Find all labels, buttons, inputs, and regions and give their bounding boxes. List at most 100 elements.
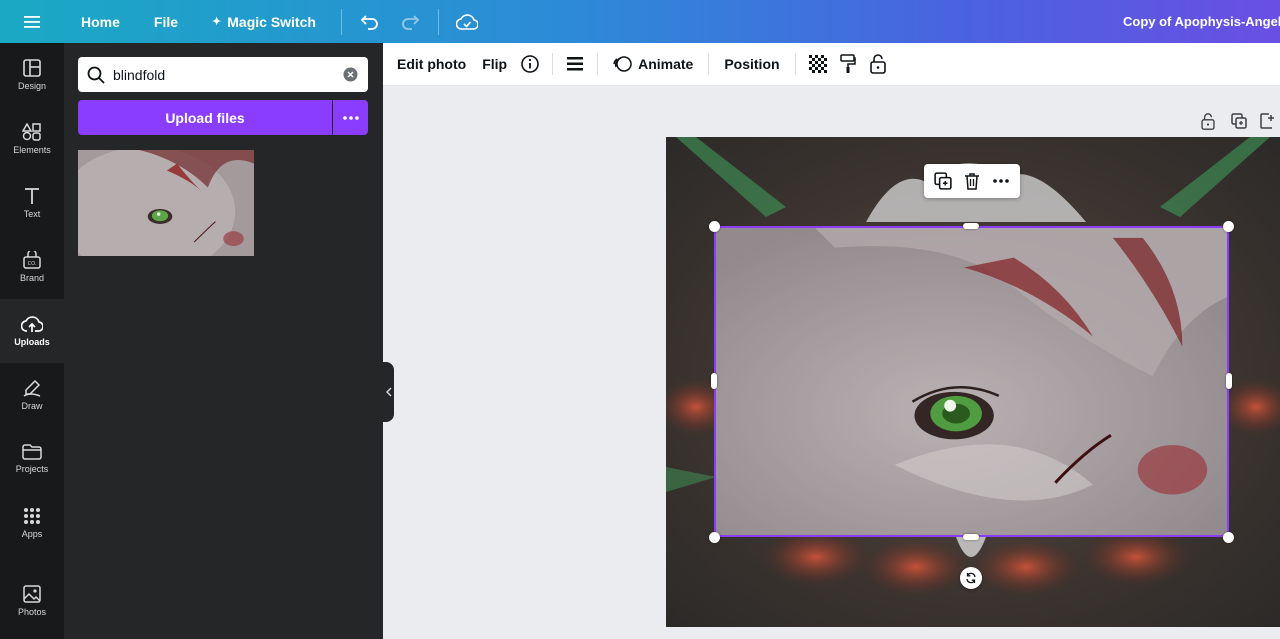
resize-handle-bottom-left[interactable]: [709, 532, 720, 543]
resize-handle-top-left[interactable]: [709, 221, 720, 232]
clear-search-icon[interactable]: [343, 67, 358, 82]
unlock-icon: [1201, 112, 1215, 130]
rail-label: Elements: [13, 145, 51, 155]
undo-icon: [360, 14, 378, 30]
edit-photo-button[interactable]: Edit photo: [389, 43, 474, 86]
rail-label: Photos: [17, 607, 47, 617]
home-button[interactable]: Home: [64, 0, 137, 43]
resize-handle-left[interactable]: [711, 373, 717, 389]
rail-item-text[interactable]: Text: [0, 171, 64, 235]
rail-label: Uploads: [14, 337, 50, 347]
grid-icon: [24, 508, 40, 524]
more-horizontal-icon: [342, 115, 359, 120]
info-button[interactable]: [515, 43, 545, 86]
chevron-left-icon: [385, 387, 391, 397]
resize-handle-bottom-right[interactable]: [1223, 532, 1234, 543]
rail-item-design[interactable]: Design: [0, 43, 64, 107]
divider: [552, 53, 554, 75]
info-icon: [521, 55, 539, 73]
menu-icon: [24, 15, 40, 28]
animate-button[interactable]: Animate: [605, 43, 701, 86]
upload-more-options-button[interactable]: [333, 100, 368, 135]
divider: [708, 53, 710, 75]
file-menu-button[interactable]: File: [137, 0, 195, 43]
rail-item-uploads[interactable]: Uploads: [0, 299, 64, 363]
redo-button[interactable]: [390, 0, 430, 43]
add-page-icon: [1260, 113, 1274, 129]
undo-button[interactable]: [350, 0, 390, 43]
svg-text:CO.: CO.: [28, 261, 37, 267]
duplicate-icon: [933, 172, 952, 190]
pen-icon: [23, 379, 41, 397]
side-rail: Design Elements Text CO. Brand Uploads D…: [0, 43, 64, 639]
uploaded-image-thumbnail[interactable]: [78, 150, 254, 256]
border-style-icon: [567, 57, 584, 71]
rail-item-projects[interactable]: Projects: [0, 427, 64, 491]
sparkle-icon: ✦: [212, 16, 222, 28]
collapse-panel-handle[interactable]: [383, 362, 394, 422]
page-tools: [1193, 110, 1279, 132]
magic-switch-label: Magic Switch: [227, 13, 316, 30]
rail-label: Design: [17, 81, 46, 91]
duplicate-icon: [1231, 113, 1247, 129]
text-icon: [25, 188, 39, 204]
divider: [794, 53, 796, 75]
rail-item-elements[interactable]: Elements: [0, 107, 64, 171]
rail-label: Draw: [21, 401, 43, 411]
rotate-icon: [966, 572, 976, 584]
document-title[interactable]: Copy of Apophysis-AngelC: [1123, 0, 1280, 43]
shapes-icon: [22, 123, 41, 141]
position-button[interactable]: Position: [716, 43, 787, 86]
delete-element-button[interactable]: [959, 168, 985, 194]
resize-handle-bottom[interactable]: [963, 534, 979, 540]
upload-files-button[interactable]: Upload files: [78, 100, 332, 135]
cloud-check-icon: [455, 13, 478, 30]
resize-handle-top[interactable]: [963, 223, 979, 229]
transparency-button[interactable]: [803, 43, 833, 86]
rail-label: Text: [23, 209, 41, 219]
rail-label: Brand: [19, 273, 45, 283]
selected-image-element[interactable]: [714, 226, 1229, 537]
rotate-handle[interactable]: [960, 567, 982, 589]
hamburger-menu-button[interactable]: [0, 0, 64, 43]
lock-page-button[interactable]: [1193, 110, 1223, 132]
rail-item-apps[interactable]: Apps: [0, 491, 64, 555]
divider: [597, 53, 599, 75]
rail-label: Projects: [15, 464, 49, 474]
animate-label: Animate: [638, 56, 694, 72]
border-style-button[interactable]: [560, 43, 590, 86]
doll-face-image: [716, 228, 1227, 535]
magic-switch-button[interactable]: ✦ Magic Switch: [195, 0, 333, 43]
search-box[interactable]: [78, 57, 368, 92]
uploads-panel: Upload files: [64, 43, 383, 639]
image-icon: [23, 585, 41, 603]
duplicate-element-button[interactable]: [930, 168, 956, 194]
divider: [340, 8, 342, 35]
resize-handle-top-right[interactable]: [1223, 221, 1234, 232]
transparency-icon: [808, 55, 827, 73]
cloud-save-status[interactable]: [447, 0, 487, 43]
lock-button[interactable]: [863, 43, 893, 86]
rail-item-photos[interactable]: Photos: [0, 569, 64, 633]
redo-icon: [402, 14, 419, 30]
search-input[interactable]: [113, 66, 333, 83]
more-horizontal-icon: [993, 179, 1010, 183]
unlock-icon: [869, 54, 886, 74]
divider: [437, 8, 439, 35]
folder-icon: [22, 444, 42, 460]
layout-icon: [23, 59, 41, 77]
resize-handle-right[interactable]: [1226, 373, 1232, 389]
brand-icon: CO.: [23, 251, 41, 269]
more-options-button[interactable]: [988, 168, 1014, 194]
add-page-button[interactable]: [1255, 110, 1279, 132]
cloud-upload-icon: [21, 316, 43, 332]
flip-button[interactable]: Flip: [474, 43, 515, 86]
rail-item-brand[interactable]: CO. Brand: [0, 235, 64, 299]
copy-style-button[interactable]: [833, 43, 863, 86]
doll-face-image: [78, 150, 254, 256]
duplicate-page-button[interactable]: [1223, 110, 1255, 132]
search-icon: [87, 66, 105, 84]
paint-roller-icon: [839, 54, 856, 73]
animate-icon: [613, 56, 632, 72]
rail-item-draw[interactable]: Draw: [0, 363, 64, 427]
